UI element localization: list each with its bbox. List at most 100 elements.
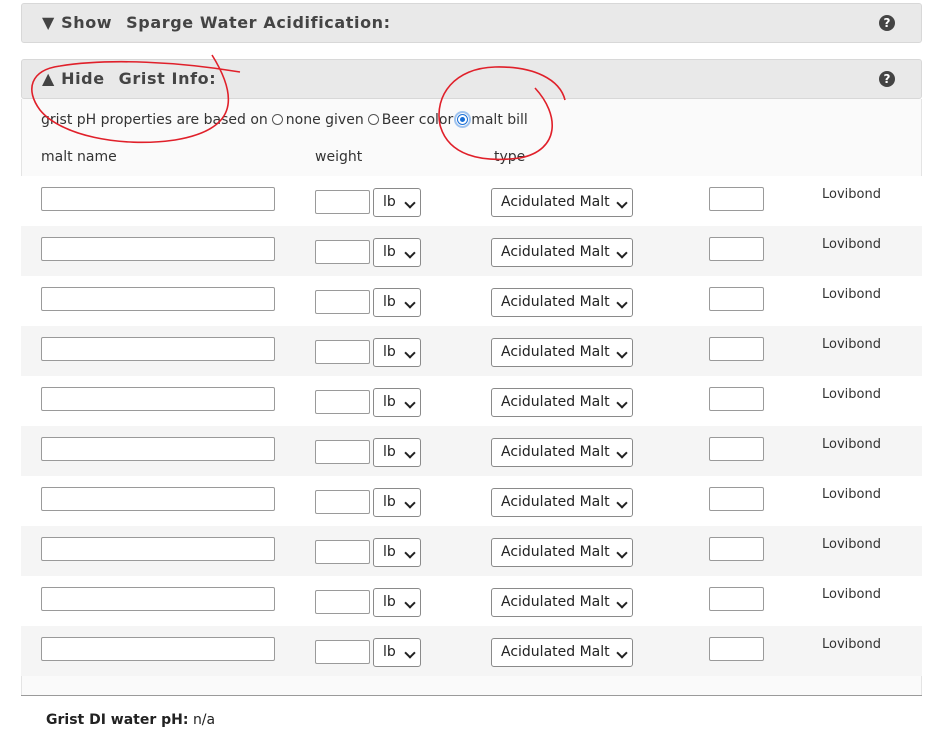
radio-label-none-given: none given (285, 112, 364, 128)
color-input[interactable] (709, 537, 764, 561)
weight-unit-select[interactable]: lb (373, 538, 421, 567)
chevron-down-icon (404, 597, 416, 609)
radio-label-malt-bill: malt bill (471, 112, 528, 128)
chevron-down-icon (616, 647, 628, 659)
sparge-toggle[interactable]: ▼ Show Sparge Water Acidification: (42, 4, 391, 42)
color-input[interactable] (709, 637, 764, 661)
weight-unit-value: lb (383, 194, 396, 210)
malt-type-select[interactable]: Acidulated Malt (491, 638, 633, 667)
color-input[interactable] (709, 387, 764, 411)
chevron-down-icon (404, 647, 416, 659)
weight-unit-value: lb (383, 294, 396, 310)
malt-type-select[interactable]: Acidulated Malt (491, 288, 633, 317)
malt-type-select[interactable]: Acidulated Malt (491, 338, 633, 367)
weight-unit-select[interactable]: lb (373, 338, 421, 367)
weight-unit-select[interactable]: lb (373, 588, 421, 617)
color-unit-label: Lovibond (822, 387, 881, 402)
grist-panel-title: Grist Info: (118, 69, 217, 88)
help-icon[interactable]: ? (879, 71, 895, 87)
grist-toggle[interactable]: ▲ Hide Grist Info: (42, 60, 216, 98)
weight-unit-select[interactable]: lb (373, 438, 421, 467)
malt-type-select[interactable]: Acidulated Malt (491, 438, 633, 467)
weight-input[interactable] (315, 190, 370, 214)
malt-type-value: Acidulated Malt (501, 394, 610, 410)
table-row: lb Acidulated Malt Lovibond (21, 326, 922, 376)
weight-unit-value: lb (383, 494, 396, 510)
malt-name-input[interactable] (41, 287, 275, 311)
color-unit-label: Lovibond (822, 637, 881, 652)
basis-prompt: grist pH properties are based on (41, 112, 268, 128)
table-row: lb Acidulated Malt Lovibond (21, 526, 922, 576)
malt-type-select[interactable]: Acidulated Malt (491, 188, 633, 217)
malt-name-input[interactable] (41, 387, 275, 411)
weight-unit-select[interactable]: lb (373, 188, 421, 217)
chevron-down-icon (404, 197, 416, 209)
weight-input[interactable] (315, 340, 370, 364)
weight-unit-value: lb (383, 544, 396, 560)
weight-unit-select[interactable]: lb (373, 488, 421, 517)
weight-input[interactable] (315, 590, 370, 614)
malt-name-input[interactable] (41, 237, 275, 261)
chevron-down-icon (616, 547, 628, 559)
malt-name-input[interactable] (41, 487, 275, 511)
weight-unit-select[interactable]: lb (373, 638, 421, 667)
malt-type-value: Acidulated Malt (501, 194, 610, 210)
chevron-down-icon (404, 447, 416, 459)
color-unit-label: Lovibond (822, 437, 881, 452)
radio-malt-bill[interactable] (454, 111, 472, 128)
weight-input[interactable] (315, 290, 370, 314)
weight-unit-value: lb (383, 644, 396, 660)
malt-type-select[interactable]: Acidulated Malt (491, 488, 633, 517)
table-row: lb Acidulated Malt Lovibond (21, 176, 922, 226)
sparge-toggle-label: Show (61, 13, 113, 32)
weight-input[interactable] (315, 240, 370, 264)
color-unit-label: Lovibond (822, 287, 881, 302)
weight-input[interactable] (315, 390, 370, 414)
help-icon[interactable]: ? (879, 15, 895, 31)
color-input[interactable] (709, 287, 764, 311)
color-input[interactable] (709, 187, 764, 211)
color-unit-label: Lovibond (822, 487, 881, 502)
table-row: lb Acidulated Malt Lovibond (21, 626, 922, 676)
color-unit-label: Lovibond (822, 187, 881, 202)
radio-none-given[interactable] (271, 114, 283, 125)
weight-input[interactable] (315, 440, 370, 464)
weight-unit-value: lb (383, 444, 396, 460)
chevron-down-icon (616, 397, 628, 409)
malt-name-input[interactable] (41, 187, 275, 211)
color-input[interactable] (709, 437, 764, 461)
color-unit-label: Lovibond (822, 587, 881, 602)
malt-name-input[interactable] (41, 587, 275, 611)
color-input[interactable] (709, 237, 764, 261)
malt-name-input[interactable] (41, 437, 275, 461)
weight-unit-select[interactable]: lb (373, 388, 421, 417)
weight-unit-select[interactable]: lb (373, 288, 421, 317)
table-row: lb Acidulated Malt Lovibond (21, 426, 922, 476)
weight-input[interactable] (315, 540, 370, 564)
color-input[interactable] (709, 337, 764, 361)
weight-input[interactable] (315, 640, 370, 664)
color-input[interactable] (709, 487, 764, 511)
malt-type-select[interactable]: Acidulated Malt (491, 538, 633, 567)
malt-type-select[interactable]: Acidulated Malt (491, 588, 633, 617)
grist-ph-summary: Grist DI water pH: n/a (46, 712, 215, 728)
weight-unit-value: lb (383, 394, 396, 410)
weight-unit-select[interactable]: lb (373, 238, 421, 267)
weight-input[interactable] (315, 490, 370, 514)
grist-ph-value: n/a (192, 712, 216, 728)
malt-name-input[interactable] (41, 537, 275, 561)
malt-type-value: Acidulated Malt (501, 244, 610, 260)
chevron-down-icon (616, 497, 628, 509)
radio-beer-color[interactable] (367, 114, 379, 125)
table-row: lb Acidulated Malt Lovibond (21, 476, 922, 526)
malt-type-select[interactable]: Acidulated Malt (491, 238, 633, 267)
malt-name-input[interactable] (41, 637, 275, 661)
chevron-down-icon (404, 347, 416, 359)
chevron-down-icon (616, 347, 628, 359)
table-row: lb Acidulated Malt Lovibond (21, 276, 922, 326)
weight-unit-value: lb (383, 344, 396, 360)
malt-type-select[interactable]: Acidulated Malt (491, 388, 633, 417)
malt-name-input[interactable] (41, 337, 275, 361)
malt-type-value: Acidulated Malt (501, 494, 610, 510)
color-input[interactable] (709, 587, 764, 611)
